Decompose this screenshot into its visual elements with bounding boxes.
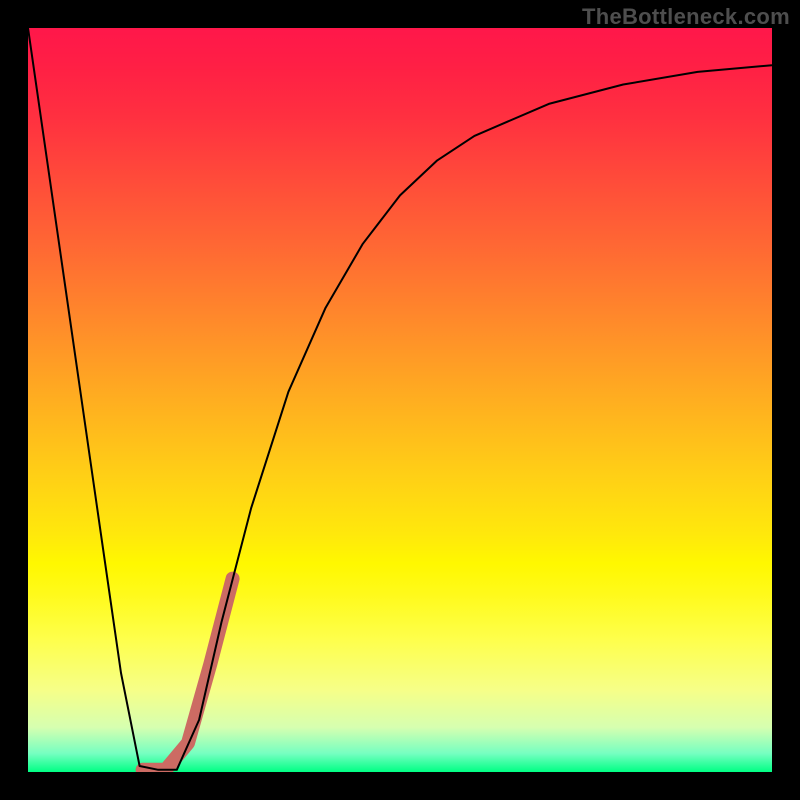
chart-frame: TheBottleneck.com (0, 0, 800, 800)
curve-layer (28, 28, 772, 772)
plot-area (28, 28, 772, 772)
highlight-segment (143, 579, 233, 770)
main-curve (28, 28, 772, 770)
watermark-text: TheBottleneck.com (582, 4, 790, 30)
